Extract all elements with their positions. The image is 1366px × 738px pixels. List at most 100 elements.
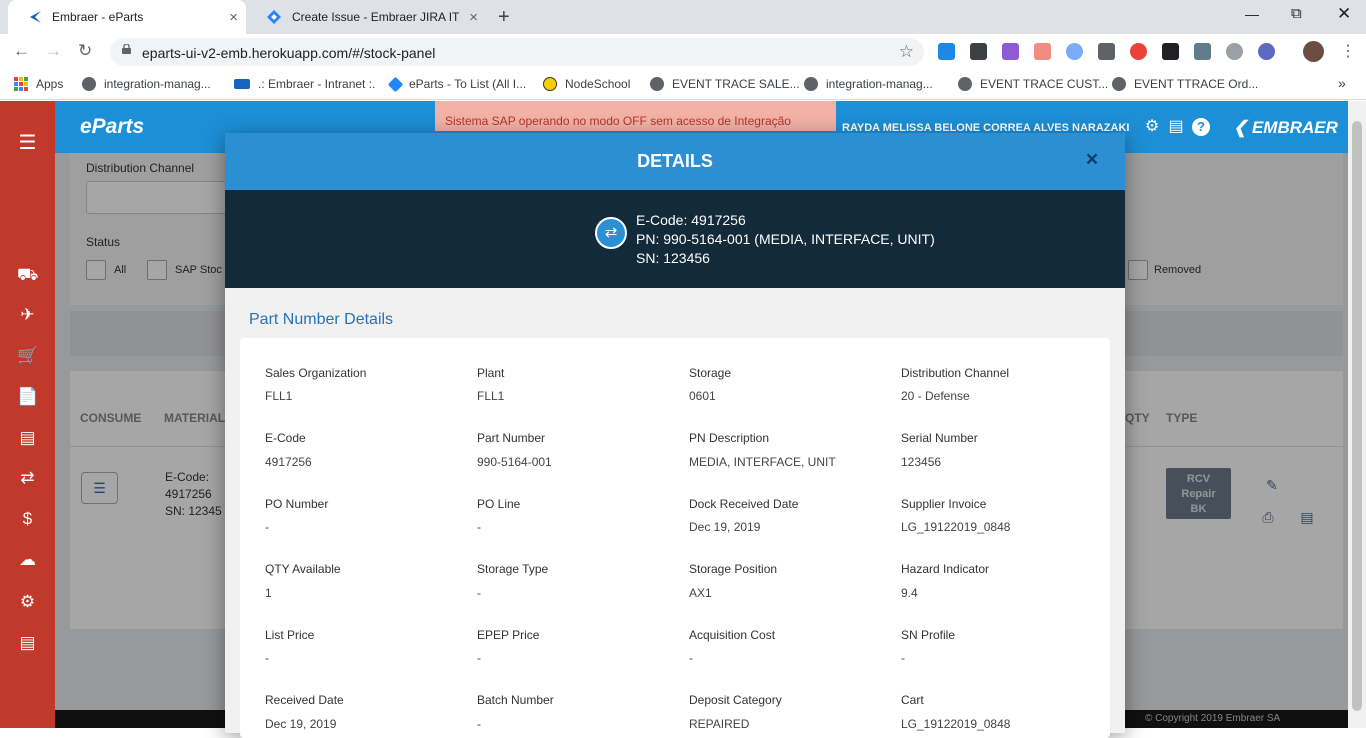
extension-icon[interactable] [938,43,955,60]
field-value: 9.4 [901,586,918,600]
extension-icon[interactable] [1098,43,1115,60]
embraer-logo: ❮ EMBRAER [1233,118,1338,137]
summary-pn: PN: 990-5164-001 (MEDIA, INTERFACE, UNIT… [636,231,935,247]
field-label: Serial Number [901,431,978,445]
app-brand[interactable]: eParts [80,115,144,139]
lock-icon [122,44,131,54]
cloud-icon[interactable]: ☁ [17,549,38,570]
gear-icon[interactable]: ⚙ [1143,118,1161,136]
field-label: PO Line [477,497,521,511]
field-value: 990-5164-001 [477,455,552,469]
airplane-icon[interactable]: ✈ [17,304,38,325]
bookmark-label: EVENT TTRACE Ord... [1134,77,1259,91]
field-label: Part Number [477,431,546,445]
tab-close-icon[interactable]: × [469,9,478,26]
tab-embraer-eparts[interactable]: Embraer - eParts × [8,0,246,34]
extension-icon[interactable] [1034,43,1051,60]
back-icon[interactable]: ← [13,41,30,61]
field-value: - [265,651,269,665]
extension-icon[interactable] [1194,43,1211,60]
extension-icon[interactable] [1226,43,1243,60]
extension-icon[interactable] [1258,43,1275,60]
dollar-icon[interactable]: $ [17,508,38,529]
exchange-icon[interactable]: ⇄ [17,467,38,488]
field-label: Batch Number [477,693,554,707]
field-label: Plant [477,366,505,380]
jira-icon [387,76,404,92]
field-label: Supplier Invoice [901,497,987,511]
bookmark-item[interactable]: EVENT TTRACE Ord... [1112,77,1258,91]
bookmark-label: EVENT TRACE SALE... [672,77,800,91]
bookmark-item[interactable]: eParts - To List (All I... [387,76,527,92]
field-value: - [265,520,269,534]
reload-icon[interactable]: ↻ [78,41,92,61]
field-value: 0601 [689,389,716,403]
extension-icon[interactable] [1066,43,1083,60]
menu-kebab-icon[interactable]: ⋮ [1340,41,1356,61]
extension-icon[interactable] [1162,43,1179,60]
globe-icon [1112,77,1126,91]
field-value: REPAIRED [689,717,750,731]
tab-title: Embraer - eParts [52,10,144,24]
manual-document-icon[interactable]: ▤ [1167,118,1185,136]
profile-avatar[interactable] [1303,41,1324,62]
window-close-icon[interactable]: ✕ [1337,4,1351,24]
globe-icon [804,77,818,91]
field-value: - [477,586,481,600]
chart-icon[interactable]: ▤ [17,632,38,653]
page-scrollbar-thumb[interactable] [1352,121,1362,711]
field-label: Sales Organization [265,366,367,380]
field-value: 20 - Defense [901,389,970,403]
bookmark-item[interactable]: NodeSchool [543,77,630,91]
modal-title: DETAILS [637,151,713,171]
field-value: 123456 [901,455,942,469]
minimize-icon[interactable]: — [1245,6,1259,22]
field-label: PO Number [265,497,329,511]
field-label: PN Description [689,431,770,445]
new-tab-button[interactable]: + [498,6,510,29]
field-label: Cart [901,693,924,707]
selenium-extension-icon[interactable] [970,43,987,60]
bookmark-item[interactable]: integration-manag... [804,77,933,91]
forward-icon[interactable]: → [45,41,62,61]
tab-close-icon[interactable]: × [229,9,238,26]
bookmark-item[interactable]: EVENT TRACE CUST... [958,77,1108,91]
field-label: QTY Available [265,562,341,576]
box-return-icon[interactable]: ▤ [17,427,38,448]
bookmark-item[interactable]: EVENT TRACE SALE... [650,77,800,91]
modal-header: DETAILS × [225,133,1125,190]
extension-icon[interactable] [1002,43,1019,60]
tab-title: Create Issue - Embraer JIRA IT [292,10,460,24]
field-value: 4917256 [265,455,312,469]
bookmarks-overflow-button[interactable]: » [1338,75,1346,91]
truck-icon[interactable]: ⛟ [17,264,38,285]
bookmark-star-icon[interactable]: ☆ [899,42,914,62]
part-number-details-title: Part Number Details [249,311,394,328]
sap-icon [234,79,250,89]
hamburger-menu-icon[interactable]: ☰ [17,133,38,154]
tab-jira-create-issue[interactable]: Create Issue - Embraer JIRA IT × [248,0,486,34]
address-bar[interactable]: eparts-ui-v2-emb.herokuapp.com/#/stock-p… [110,38,924,66]
bookmark-label: eParts - To List (All I... [409,77,527,91]
field-label: List Price [265,628,315,642]
field-value: FLL1 [477,389,505,403]
sidebar: ☰ ⛟ ✈ 🛒 📄 ▤ ⇄ $ ☁ ⚙ ▤ [0,101,55,728]
field-value: 1 [265,586,272,600]
bookmark-item[interactable]: integration-manag... [82,77,211,91]
bookmark-apps[interactable]: Apps [14,77,63,91]
help-icon[interactable]: ? [1192,118,1210,136]
settings-icon[interactable]: ⚙ [17,591,38,612]
document-icon[interactable]: 📄 [17,386,38,407]
bookmark-item[interactable]: .: Embraer - Intranet :. [234,77,375,91]
swap-icon[interactable]: ⇄ [595,217,627,249]
field-label: E-Code [265,431,306,445]
extension-icon[interactable] [1130,43,1147,60]
field-label: Deposit Category [689,693,782,707]
cart-icon[interactable]: 🛒 [17,345,38,366]
field-label: Storage Type [477,562,549,576]
modal-close-button[interactable]: × [1082,149,1102,170]
bookmark-label: EVENT TRACE CUST... [980,77,1109,91]
field-value: - [477,651,481,665]
restore-icon[interactable]: ⧉ [1291,5,1302,22]
field-value: - [477,520,481,534]
